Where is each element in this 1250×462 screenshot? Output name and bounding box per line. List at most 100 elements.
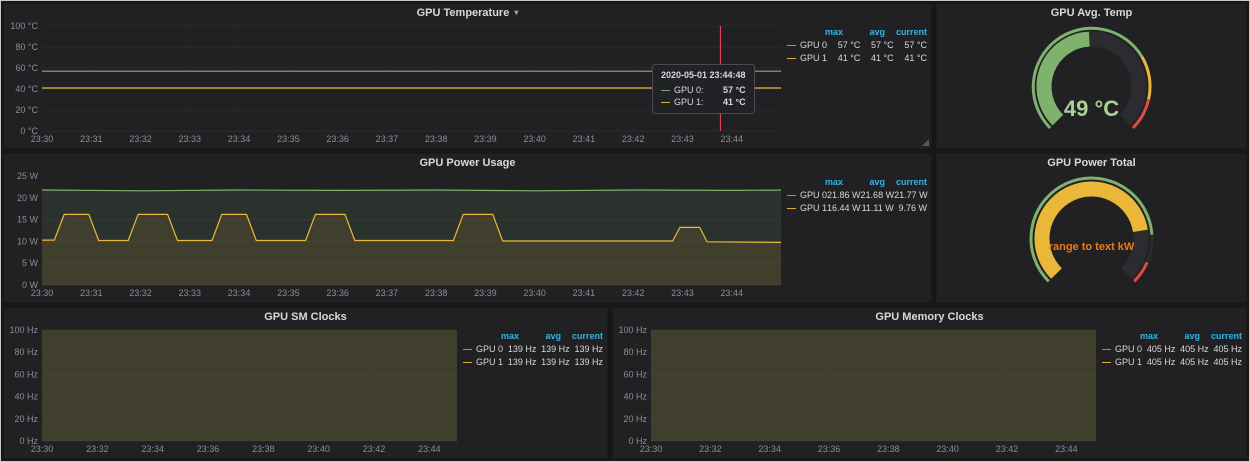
legend-value: 41 °C	[827, 52, 860, 65]
svg-text:23:34: 23:34	[228, 288, 251, 298]
svg-text:23:35: 23:35	[277, 288, 300, 298]
svg-text:0 Hz: 0 Hz	[19, 436, 38, 446]
legend-header-avg[interactable]: avg	[843, 176, 885, 189]
panel-title-gpu-avg-temp[interactable]: GPU Avg. Temp	[937, 4, 1246, 21]
chart-tooltip: 2020-05-01 23:44:48 — GPU 0: 57 °C — GPU…	[652, 64, 755, 114]
svg-text:80 Hz: 80 Hz	[14, 347, 38, 357]
legend-series-name[interactable]: —GPU 0	[787, 39, 827, 52]
legend-header-current[interactable]: current	[885, 26, 927, 39]
svg-text:23:43: 23:43	[671, 288, 694, 298]
svg-text:23:35: 23:35	[277, 134, 300, 144]
svg-text:100 °C: 100 °C	[10, 21, 38, 31]
legend-row: —GPU 116.44 W11.11 W9.76 W	[787, 202, 927, 215]
chevron-down-icon[interactable]: ▾	[514, 8, 518, 17]
gpu-memory-clocks-chart[interactable]: 23:3023:3223:3423:3623:3823:4023:4223:44…	[617, 325, 1102, 456]
svg-text:0 Hz: 0 Hz	[628, 436, 647, 446]
series-color-swatch: —	[463, 343, 472, 356]
svg-text:5 W: 5 W	[22, 258, 39, 268]
dashboard-row-1: GPU Temperature ▾ 23:3023:3123:3223:3323…	[3, 3, 1247, 149]
tooltip-row: — GPU 1: 41 °C	[661, 96, 746, 108]
legend-header-max[interactable]: max	[801, 176, 843, 189]
svg-text:0 W: 0 W	[22, 280, 39, 290]
svg-text:23:42: 23:42	[996, 444, 1019, 454]
legend-series-name[interactable]: —GPU 0	[787, 189, 827, 202]
svg-text:23:37: 23:37	[376, 134, 399, 144]
gpu-power-usage-chart[interactable]: 23:3023:3123:3223:3323:3423:3523:3623:37…	[8, 171, 787, 300]
panel-title-gpu-power-total[interactable]: GPU Power Total	[937, 154, 1246, 171]
legend-value: 57 °C	[827, 39, 860, 52]
legend-header-avg[interactable]: avg	[1158, 330, 1200, 343]
legend-series-name[interactable]: —GPU 0	[1102, 343, 1142, 356]
gpu-avg-temp-gauge: 49 °C	[937, 21, 1246, 148]
legend-value: 405 Hz	[1142, 356, 1175, 369]
panel-gpu-sm-clocks: GPU SM Clocks 23:3023:3223:3423:3623:382…	[3, 307, 608, 459]
svg-text:0 °C: 0 °C	[20, 126, 38, 136]
tooltip-series-name: GPU 1:	[674, 97, 704, 107]
panel-title-gpu-memory-clocks[interactable]: GPU Memory Clocks	[613, 308, 1246, 325]
legend-series-name[interactable]: —GPU 0	[463, 343, 503, 356]
svg-text:23:32: 23:32	[86, 444, 109, 454]
svg-text:23:36: 23:36	[818, 444, 841, 454]
gauge-value: range to text kW	[937, 241, 1246, 253]
gpu-sm-clocks-chart[interactable]: 23:3023:3223:3423:3623:3823:4023:4223:44…	[8, 325, 463, 456]
svg-text:23:40: 23:40	[523, 288, 546, 298]
legend-series-name[interactable]: —GPU 1	[787, 202, 827, 215]
svg-text:23:44: 23:44	[418, 444, 441, 454]
svg-text:23:39: 23:39	[474, 134, 497, 144]
legend-series-name[interactable]: —GPU 1	[1102, 356, 1142, 369]
svg-text:23:38: 23:38	[425, 288, 448, 298]
gpu-temperature-legend: maxavgcurrent—GPU 057 °C57 °C57 °C—GPU 1…	[787, 21, 927, 146]
svg-text:23:32: 23:32	[129, 134, 152, 144]
svg-text:23:31: 23:31	[80, 134, 103, 144]
legend-header-max[interactable]: max	[477, 330, 519, 343]
legend-value: 139 Hz	[503, 356, 536, 369]
legend-value: 11.11 W	[861, 202, 894, 215]
panel-resize-handle[interactable]	[922, 139, 929, 146]
tooltip-timestamp: 2020-05-01 23:44:48	[661, 70, 746, 80]
series-color-swatch: —	[1102, 343, 1111, 356]
legend-value: 405 Hz	[1175, 343, 1208, 356]
legend-header-row: maxavgcurrent	[787, 176, 927, 189]
legend-header-current[interactable]: current	[561, 330, 603, 343]
svg-text:20 W: 20 W	[17, 193, 39, 203]
svg-text:100 Hz: 100 Hz	[9, 325, 38, 335]
svg-text:23:44: 23:44	[720, 134, 743, 144]
panel-title-text: GPU Temperature	[417, 7, 510, 19]
svg-text:23:39: 23:39	[474, 288, 497, 298]
panel-gpu-temperature: GPU Temperature ▾ 23:3023:3123:3223:3323…	[3, 3, 932, 149]
svg-text:60 Hz: 60 Hz	[623, 369, 647, 379]
legend-series-name[interactable]: —GPU 1	[463, 356, 503, 369]
svg-text:23:31: 23:31	[80, 288, 103, 298]
legend-series-name[interactable]: —GPU 1	[787, 52, 827, 65]
legend-header-current[interactable]: current	[1200, 330, 1242, 343]
gpu-power-total-gauge: range to text kW	[937, 171, 1246, 302]
series-color-swatch: —	[1102, 356, 1111, 369]
legend-header-max[interactable]: max	[801, 26, 843, 39]
panel-title-text: GPU Avg. Temp	[1051, 7, 1133, 19]
dashboard: GPU Temperature ▾ 23:3023:3123:3223:3323…	[0, 0, 1250, 462]
gpu-sm-clocks-legend: maxavgcurrent—GPU 0139 Hz139 Hz139 Hz—GP…	[463, 325, 603, 456]
panel-title-gpu-sm-clocks[interactable]: GPU SM Clocks	[4, 308, 607, 325]
panel-title-text: GPU SM Clocks	[264, 311, 347, 323]
svg-text:23:40: 23:40	[523, 134, 546, 144]
panel-title-gpu-temperature[interactable]: GPU Temperature ▾	[4, 4, 931, 21]
legend-header-avg[interactable]: avg	[843, 26, 885, 39]
panel-title-gpu-power-usage[interactable]: GPU Power Usage	[4, 154, 931, 171]
panel-gpu-power-total: GPU Power Total range to text kW	[936, 153, 1247, 303]
svg-text:23:33: 23:33	[179, 134, 202, 144]
legend-row: —GPU 1405 Hz405 Hz405 Hz	[1102, 356, 1242, 369]
svg-text:60 Hz: 60 Hz	[14, 369, 38, 379]
legend-header-avg[interactable]: avg	[519, 330, 561, 343]
legend-value: 405 Hz	[1175, 356, 1208, 369]
svg-text:15 W: 15 W	[17, 215, 39, 225]
svg-text:23:38: 23:38	[252, 444, 275, 454]
legend-header-current[interactable]: current	[885, 176, 927, 189]
legend-value: 139 Hz	[503, 343, 536, 356]
svg-text:23:37: 23:37	[376, 288, 399, 298]
svg-text:23:32: 23:32	[699, 444, 722, 454]
legend-header-max[interactable]: max	[1116, 330, 1158, 343]
legend-row: —GPU 0139 Hz139 Hz139 Hz	[463, 343, 603, 356]
svg-text:60 °C: 60 °C	[15, 63, 38, 73]
panel-gpu-memory-clocks: GPU Memory Clocks 23:3023:3223:3423:3623…	[612, 307, 1247, 459]
svg-text:40 °C: 40 °C	[15, 84, 38, 94]
